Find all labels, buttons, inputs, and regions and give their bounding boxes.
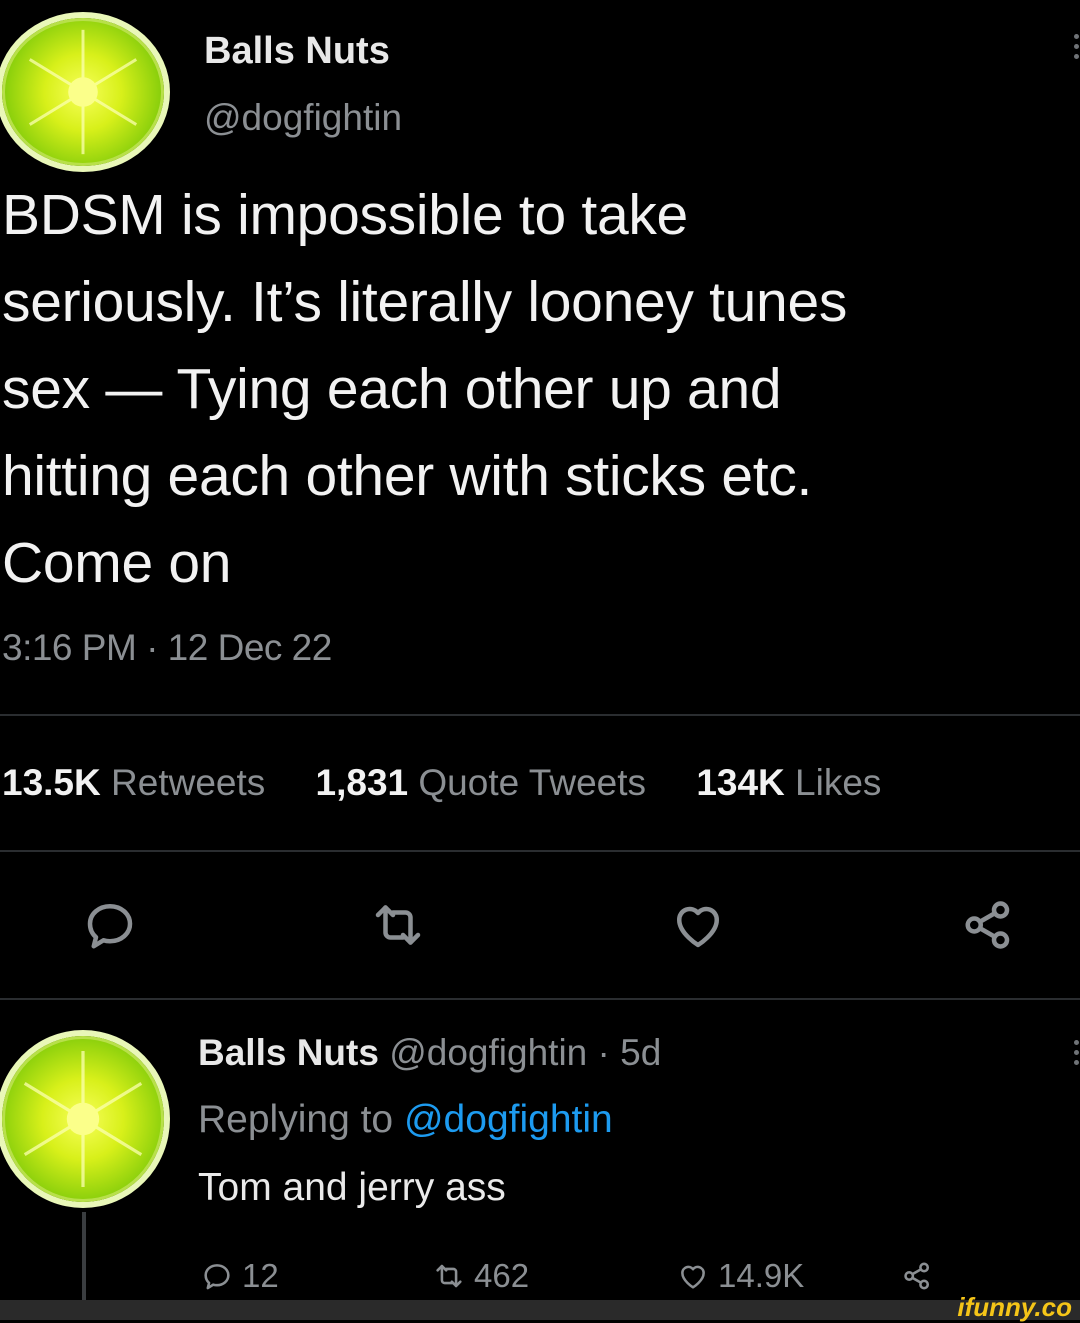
retweets-label[interactable]: Retweets [111, 762, 265, 803]
retweet-icon[interactable] [368, 895, 428, 955]
author-handle[interactable]: @dogfightin [204, 97, 402, 139]
share-icon[interactable] [958, 895, 1018, 955]
reply-retweet-button[interactable]: 462 [432, 1256, 529, 1296]
divider [0, 850, 1080, 852]
likes-count[interactable]: 134K [696, 762, 784, 803]
retweet-icon [436, 1264, 462, 1288]
divider [0, 998, 1080, 1000]
retweets-count[interactable]: 13.5K [2, 762, 101, 803]
replying-prefix: Replying to [198, 1098, 394, 1141]
reply-header: Balls Nuts @dogfightin · 5d [198, 1032, 661, 1074]
reply-author-handle[interactable]: @dogfightin [389, 1032, 587, 1073]
reply-text: Tom and jerry ass [198, 1166, 506, 1209]
replying-to: Replying to @dogfightin [198, 1098, 613, 1142]
author-avatar[interactable] [2, 18, 164, 166]
reply-icon[interactable] [80, 895, 140, 955]
retweet-count: 462 [474, 1257, 530, 1294]
reply-count: 12 [242, 1257, 279, 1294]
reply-reply-button[interactable]: 12 [200, 1256, 279, 1296]
reply-like-button[interactable]: 14.9K [676, 1256, 804, 1296]
reply-share-button[interactable] [900, 1256, 934, 1296]
reply-age[interactable]: · 5d [598, 1032, 662, 1073]
like-icon[interactable] [668, 895, 728, 955]
like-count: 14.9K [718, 1257, 805, 1294]
bottom-bar [0, 1300, 1080, 1320]
watermark: ifunny.co [957, 1292, 1072, 1322]
lime-icon [23, 1050, 143, 1188]
more-options-icon[interactable] [1072, 34, 1080, 59]
likes-label[interactable]: Likes [795, 762, 881, 803]
replying-handle-link[interactable]: @dogfightin [404, 1098, 613, 1141]
tweet-text: BDSM is impossible to take seriously. It… [2, 183, 848, 595]
reply-author-avatar[interactable] [2, 1036, 164, 1202]
divider [0, 714, 1080, 716]
like-icon [681, 1265, 705, 1289]
lime-icon [28, 29, 138, 155]
tweet-timestamp[interactable]: 3:16 PM · 12 Dec 22 [2, 627, 332, 669]
quotes-count[interactable]: 1,831 [316, 762, 409, 803]
reply-icon [204, 1264, 230, 1290]
author-name[interactable]: Balls Nuts [204, 30, 390, 73]
more-options-icon[interactable] [1072, 1040, 1080, 1065]
thread-line [82, 1212, 86, 1300]
tweet-stats: 13.5K Retweets 1,831 Quote Tweets 134K L… [2, 762, 881, 804]
reply-author-name[interactable]: Balls Nuts [198, 1032, 379, 1073]
share-icon [904, 1262, 930, 1290]
quotes-label[interactable]: Quote Tweets [418, 762, 646, 803]
